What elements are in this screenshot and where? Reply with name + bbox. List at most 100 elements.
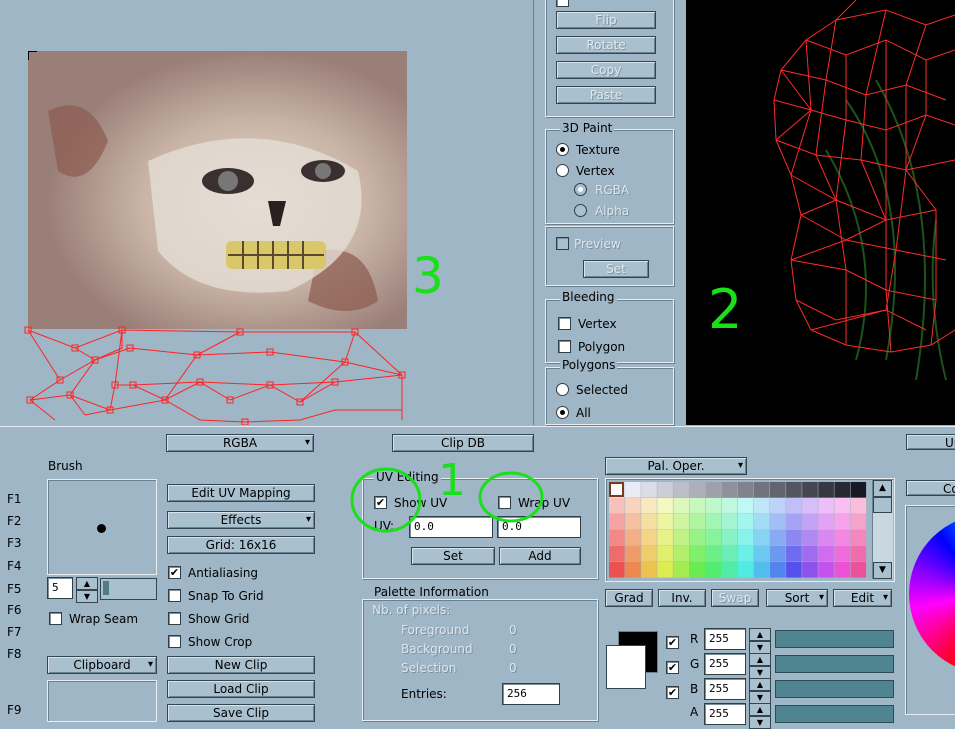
copy-button[interactable]: Copy [556, 61, 656, 79]
flip-button[interactable]: Flip [556, 11, 656, 29]
palette-scrollbar[interactable]: ▲ ▼ [872, 480, 893, 579]
palette-swatch[interactable] [721, 562, 738, 578]
foreground-swatch[interactable] [606, 645, 646, 689]
colours-checkbox[interactable] [556, 0, 569, 7]
b-slider[interactable] [775, 680, 894, 698]
a-spinner[interactable]: ▲ ▼ [749, 703, 771, 729]
palette-swatch[interactable] [818, 482, 834, 498]
b-checkbox[interactable]: ✔ [666, 686, 679, 699]
g-field[interactable]: 255 [704, 653, 746, 675]
palette-swatch[interactable] [609, 530, 625, 546]
uv-set-button[interactable]: Set [411, 547, 495, 565]
sort-dropdown[interactable]: Sort [766, 589, 828, 607]
swap-button[interactable]: Swap [711, 589, 759, 607]
edit-dropdown[interactable]: Edit [833, 589, 892, 607]
palette-swatch[interactable] [625, 514, 641, 530]
palette-swatch[interactable] [786, 562, 802, 578]
palette-swatch[interactable] [802, 498, 818, 514]
palette-swatch[interactable] [834, 498, 850, 514]
fkey-f3[interactable]: F3 [7, 536, 22, 550]
palette-swatch[interactable] [786, 498, 802, 514]
palette-swatch[interactable] [850, 482, 867, 498]
edit-uv-mapping-button[interactable]: Edit UV Mapping [167, 484, 315, 502]
rotate-button[interactable]: Rotate [556, 36, 656, 54]
palette-swatch[interactable] [641, 482, 657, 498]
palette-swatch[interactable] [753, 482, 770, 498]
palette-swatch[interactable] [689, 482, 706, 498]
palette-swatch[interactable] [721, 514, 738, 530]
palette-swatch[interactable] [753, 546, 770, 562]
palette-swatch[interactable] [721, 530, 738, 546]
palette-swatch[interactable] [705, 562, 722, 578]
palette-swatch[interactable] [673, 530, 689, 546]
palette-swatch[interactable] [737, 514, 754, 530]
palette-swatch[interactable] [850, 514, 867, 530]
palette-swatch[interactable] [673, 498, 689, 514]
palette-swatch[interactable] [609, 546, 625, 562]
palette-swatch[interactable] [657, 546, 673, 562]
fkey-f6[interactable]: F6 [7, 603, 22, 617]
palette-swatch[interactable] [689, 562, 706, 578]
scroll-down-button[interactable]: ▼ [873, 562, 892, 579]
palette-swatch[interactable] [802, 562, 818, 578]
palette-swatch[interactable] [625, 482, 641, 498]
color-wheel[interactable] [909, 514, 955, 674]
fkey-f1[interactable]: F1 [7, 492, 22, 506]
clip-db-button[interactable]: Clip DB [392, 434, 534, 452]
palette-swatch[interactable] [818, 498, 834, 514]
palette-swatch[interactable] [689, 530, 706, 546]
r-checkbox[interactable]: ✔ [666, 636, 679, 649]
palette-swatch[interactable] [786, 546, 802, 562]
palette-swatch[interactable] [625, 498, 641, 514]
bleeding-polygon-checkbox[interactable] [558, 340, 571, 353]
palette-swatch[interactable] [770, 498, 786, 514]
palette-swatch[interactable] [737, 546, 754, 562]
texture-radio[interactable] [556, 143, 569, 156]
palette-swatch[interactable] [802, 514, 818, 530]
palette-swatch[interactable] [705, 514, 722, 530]
palette-swatch[interactable] [673, 482, 689, 498]
g-checkbox[interactable]: ✔ [666, 661, 679, 674]
slider-thumb[interactable] [103, 581, 109, 595]
palette-swatch[interactable] [641, 562, 657, 578]
vertex-radio[interactable] [556, 164, 569, 177]
fkey-f2[interactable]: F2 [7, 514, 22, 528]
bleeding-vertex-checkbox[interactable] [558, 317, 571, 330]
palette-swatch[interactable] [657, 530, 673, 546]
fkey-f5[interactable]: F5 [7, 582, 22, 596]
palette-swatch[interactable] [657, 482, 673, 498]
palette-swatch[interactable] [770, 482, 786, 498]
palette-swatch[interactable] [818, 546, 834, 562]
a-field[interactable]: 255 [704, 703, 746, 725]
snap-grid-checkbox[interactable] [168, 589, 181, 602]
undo-button[interactable]: Un [906, 434, 955, 450]
palette-swatch[interactable] [818, 530, 834, 546]
texture-canvas[interactable]: 3 [0, 0, 534, 425]
palette-swatch[interactable] [850, 546, 867, 562]
g-slider[interactable] [775, 655, 894, 673]
palette-swatch[interactable] [818, 514, 834, 530]
palette-swatch[interactable] [625, 546, 641, 562]
r-slider[interactable] [775, 630, 894, 648]
palette-swatch[interactable] [673, 514, 689, 530]
palette-swatch[interactable] [737, 498, 754, 514]
brush-size-spinner[interactable]: ▲ ▼ [76, 577, 98, 603]
new-clip-button[interactable]: New Clip [167, 656, 315, 674]
palette-swatch[interactable] [625, 530, 641, 546]
palette-swatch[interactable] [689, 514, 706, 530]
grad-button[interactable]: Grad [605, 589, 653, 607]
palette-swatch[interactable] [753, 530, 770, 546]
palette-swatch[interactable] [834, 530, 850, 546]
brush-size-slider[interactable] [100, 578, 157, 600]
paste-button[interactable]: Paste [556, 86, 656, 104]
r-field[interactable]: 255 [704, 628, 746, 650]
viewport-3d[interactable] [686, 0, 955, 425]
scroll-up-button[interactable]: ▲ [873, 480, 892, 497]
palette-swatch[interactable] [641, 514, 657, 530]
palette-swatch[interactable] [689, 546, 706, 562]
palette-swatch[interactable] [721, 482, 738, 498]
palette-swatch[interactable] [802, 546, 818, 562]
palette-swatch[interactable] [721, 546, 738, 562]
palette-swatch[interactable] [753, 498, 770, 514]
palette-swatch[interactable] [834, 482, 850, 498]
